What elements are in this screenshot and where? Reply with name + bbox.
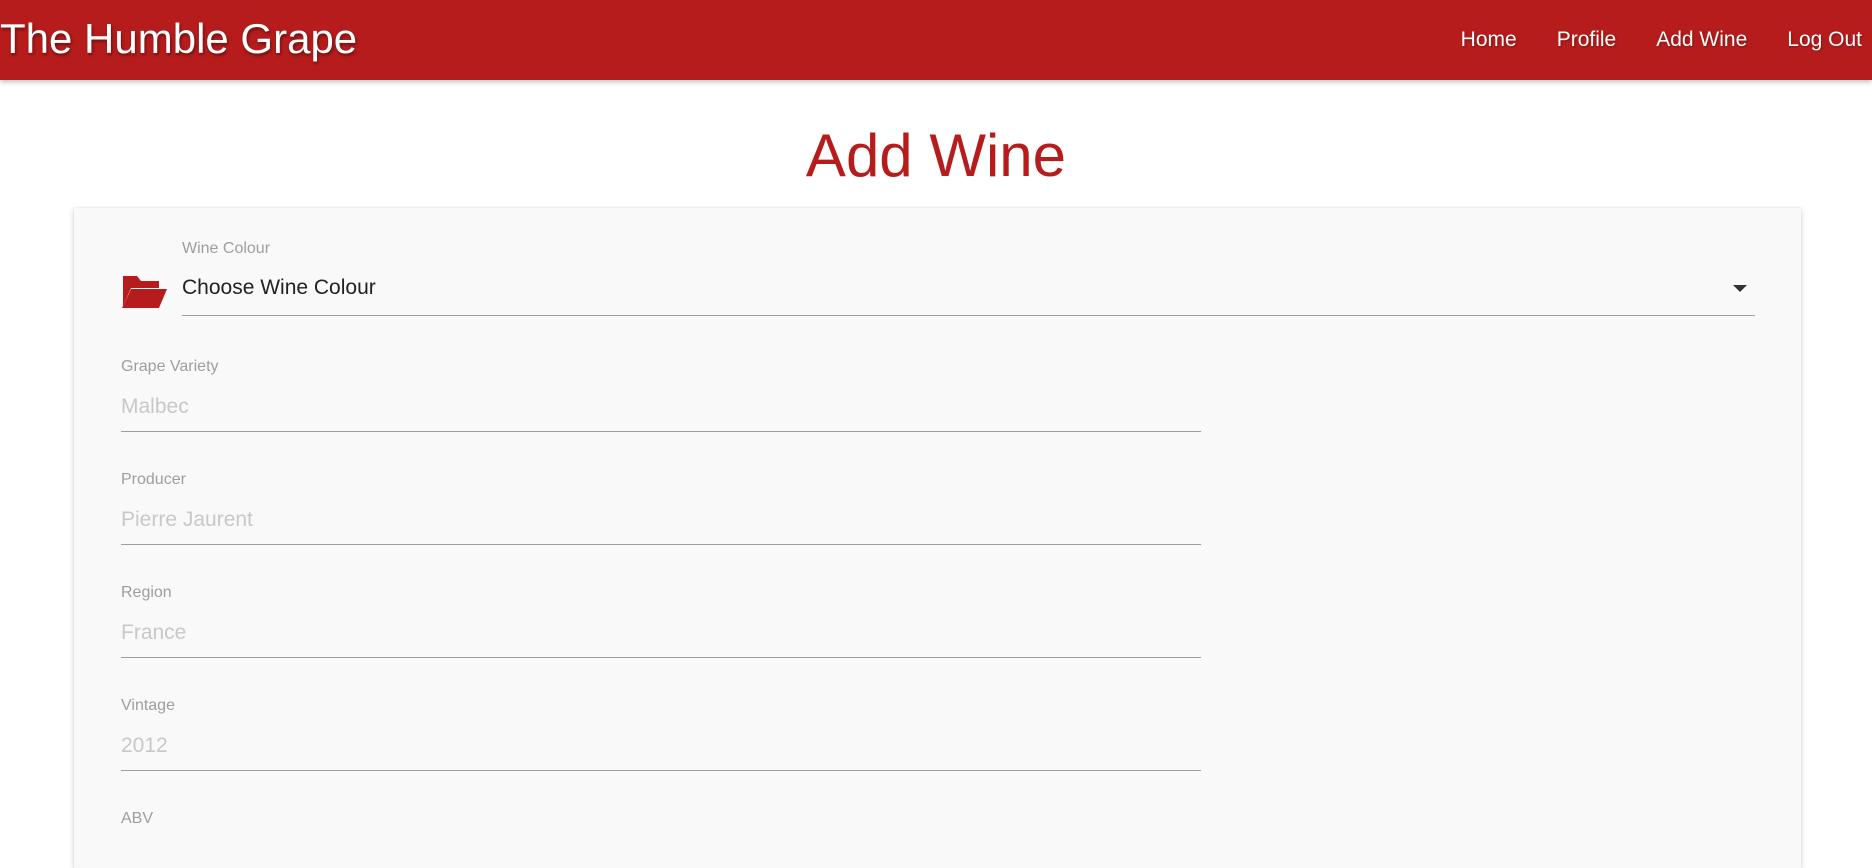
wine-colour-select-group: Wine Colour Choose Wine Colour — [121, 240, 1755, 330]
caret-down-icon[interactable] — [1733, 285, 1747, 292]
producer-label: Producer — [121, 471, 186, 488]
navbar: The Humble Grape Home Profile Add Wine L… — [0, 0, 1872, 80]
abv-label: ABV — [121, 810, 154, 827]
nav-add-wine-link[interactable]: Add Wine — [1636, 28, 1767, 52]
wine-colour-label: Wine Colour — [182, 240, 271, 257]
nav-log-out-link[interactable]: Log Out — [1767, 28, 1862, 52]
nav-home-link[interactable]: Home — [1441, 28, 1537, 52]
page-title: Add Wine — [805, 122, 1067, 189]
vintage-input[interactable] — [121, 721, 1201, 771]
producer-input[interactable] — [121, 495, 1201, 545]
nav-links: Home Profile Add Wine Log Out — [1441, 0, 1862, 80]
add-wine-form-card: Wine Colour Choose Wine Colour Grape Var… — [74, 208, 1801, 868]
grape-variety-input[interactable] — [121, 382, 1201, 432]
folder-open-icon — [122, 276, 167, 308]
region-input[interactable] — [121, 608, 1201, 658]
brand-logo[interactable]: The Humble Grape — [0, 14, 357, 64]
nav-profile-link[interactable]: Profile — [1537, 28, 1637, 52]
grape-variety-label: Grape Variety — [121, 358, 219, 375]
region-label: Region — [121, 584, 172, 601]
wine-colour-selected-value: Choose Wine Colour — [182, 276, 376, 299]
vintage-label: Vintage — [121, 697, 175, 714]
wine-colour-select[interactable]: Choose Wine Colour — [182, 266, 1755, 316]
